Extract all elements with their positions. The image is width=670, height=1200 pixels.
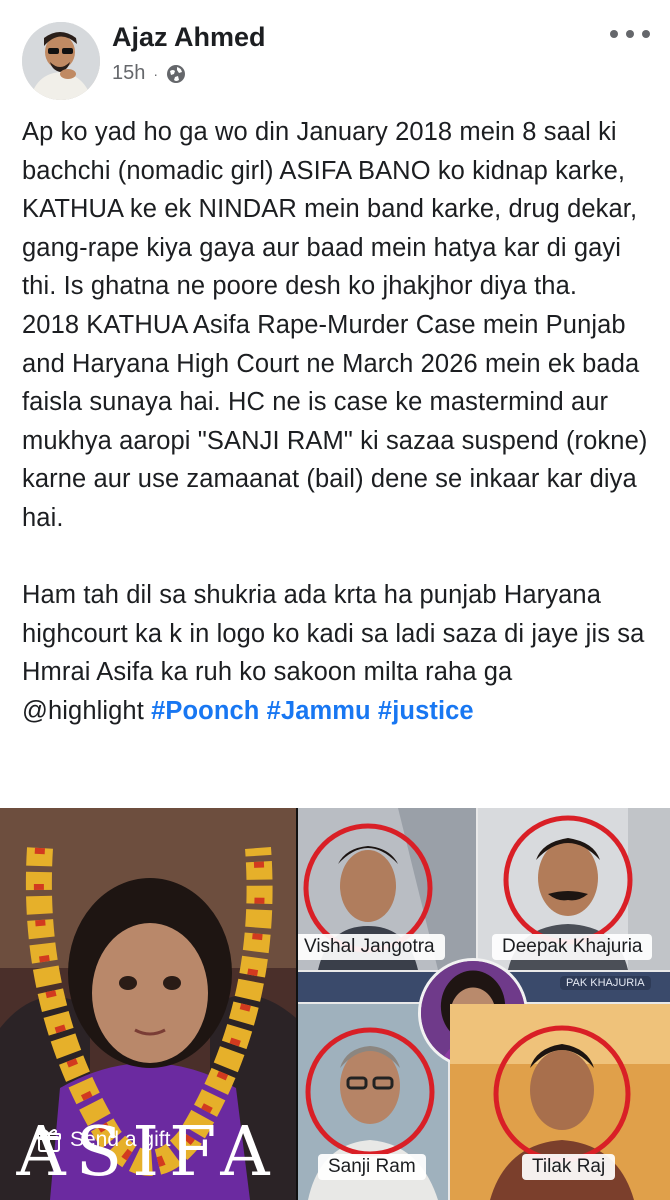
hashtag-jammu[interactable]: #Jammu (267, 697, 371, 725)
label-deepak-khajuria: Deepak Khajuria (492, 934, 653, 960)
hashtag-justice[interactable]: #justice (378, 697, 474, 725)
post-header: Ajaz Ahmed 15h · (0, 0, 670, 104)
more-icon[interactable] (610, 22, 650, 46)
photo-tilak-raj: Tilak Raj (450, 1004, 670, 1200)
label-vishal-jangotra: Vishal Jangotra (298, 934, 445, 960)
accused-photo-grid: Vishal Jangotra Deepak Khajuria PAK KHAJ… (298, 808, 670, 1200)
post-paragraph: Ap ko yad ho ga wo din January 2018 mein… (22, 118, 638, 301)
more-dot (642, 30, 650, 38)
meta-separator: · (153, 65, 159, 82)
avatar-photo (22, 22, 100, 100)
photo-deepak-khajuria: Deepak Khajuria (478, 808, 670, 970)
badge-text: PAK KHAJURIA (560, 976, 651, 990)
send-gift-label: Send a gift (70, 1128, 171, 1151)
author-name[interactable]: Ajaz Ahmed (112, 22, 266, 53)
post-paragraph: Ham tah dil sa shukria ada krta ha punja… (22, 581, 645, 687)
tags-line: @highlight #Poonch #Jammu #justice (22, 692, 652, 731)
globe-icon[interactable] (166, 64, 186, 84)
post-paragraph: 2018 KATHUA Asifa Rape-Murder Case mein … (22, 310, 648, 532)
post-time[interactable]: 15h (112, 62, 145, 85)
mention: @highlight (22, 696, 144, 725)
post-meta: 15h · (112, 62, 186, 85)
hashtag-poonch[interactable]: #Poonch (151, 697, 259, 725)
send-gift-button[interactable]: Send a gift (36, 1120, 170, 1160)
label-sanji-ram: Sanji Ram (318, 1154, 426, 1180)
photo-vishal-jangotra: Vishal Jangotra (298, 808, 476, 970)
more-dot (610, 30, 618, 38)
label-tilak-raj: Tilak Raj (522, 1154, 616, 1180)
post-text: Ap ko yad ho ga wo din January 2018 mein… (22, 113, 652, 731)
gift-icon (37, 1129, 61, 1152)
avatar[interactable] (22, 22, 100, 100)
more-dot (626, 30, 634, 38)
